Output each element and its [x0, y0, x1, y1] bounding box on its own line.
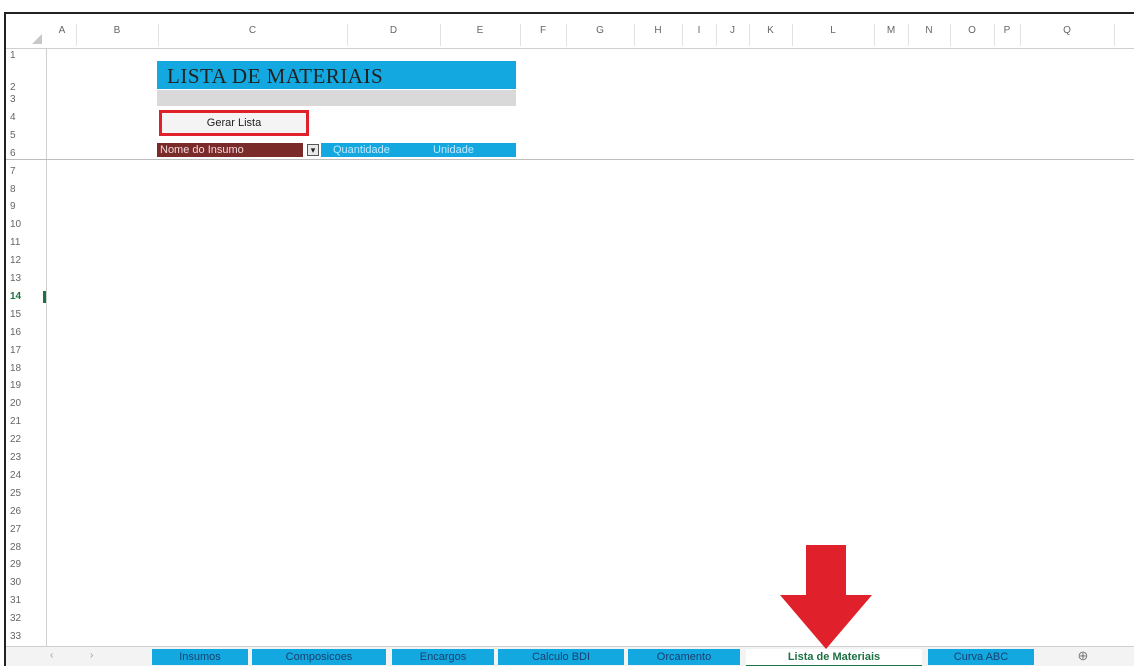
freeze-pane-line [6, 159, 1134, 160]
column-header-e[interactable]: E [440, 14, 520, 48]
row-header-9[interactable]: 9 [6, 201, 44, 213]
row-header-12[interactable]: 12 [6, 255, 44, 267]
row-header-21[interactable]: 21 [6, 416, 44, 428]
column-header-c[interactable]: C [158, 14, 347, 48]
row-header-1[interactable]: 1 [6, 50, 44, 62]
row-header-7[interactable]: 7 [6, 166, 44, 178]
scroll-left-icon[interactable]: ‹ [50, 650, 53, 661]
row-header-2[interactable]: 2 [6, 82, 44, 94]
column-header-a[interactable]: A [48, 14, 76, 48]
row-header-18[interactable]: 18 [6, 363, 44, 375]
row-header-14[interactable]: 14 [6, 290, 46, 303]
header-nome-do-insumo: Nome do Insumo [157, 143, 303, 157]
column-header-l[interactable]: L [792, 14, 874, 48]
column-header-q[interactable]: Q [1020, 14, 1114, 48]
row-header-5[interactable]: 5 [6, 130, 44, 142]
column-header-o[interactable]: O [950, 14, 994, 48]
sheet-tab-insumos[interactable]: Insumos [152, 649, 248, 665]
filter-dropdown-icon[interactable]: ▾ [307, 144, 319, 156]
row-header-13[interactable]: 13 [6, 273, 44, 285]
row-header-bar: 1 2 3 4 5 6 7 8 9 10 11 12 13 14 15 16 17 18 19 20 21 22 23 24 2… [6, 48, 47, 660]
sheet-tab-calculo-bdi[interactable]: Calculo BDI [498, 649, 624, 665]
title-underline-band [157, 90, 516, 106]
row-header-3[interactable]: 3 [6, 94, 44, 106]
row-header-26[interactable]: 26 [6, 506, 44, 518]
row-header-25[interactable]: 25 [6, 488, 44, 500]
add-sheet-icon[interactable]: ⊕ [1074, 648, 1092, 664]
sheet-tab-bar: ‹ › Insumos Composicoes Encargos Calculo BD… [6, 646, 1134, 666]
column-header-bar: ABCDEFGHIJKLMNOPQ [6, 14, 1134, 49]
row-header-33[interactable]: 33 [6, 631, 44, 643]
sheet-tab-lista-de-materiais[interactable]: Lista de Materiais [746, 649, 922, 666]
row-header-27[interactable]: 27 [6, 524, 44, 536]
row-header-30[interactable]: 30 [6, 577, 44, 589]
row-header-15[interactable]: 15 [6, 309, 44, 321]
row-header-11[interactable]: 11 [6, 237, 44, 249]
materials-table-header: Nome do Insumo ▾ Quantidade Unidade [157, 143, 516, 157]
column-header-h[interactable]: H [634, 14, 682, 48]
row-header-22[interactable]: 22 [6, 434, 44, 446]
sheet-tab-encargos[interactable]: Encargos [392, 649, 494, 665]
column-header-p[interactable]: P [994, 14, 1020, 48]
column-header-f[interactable]: F [520, 14, 566, 48]
column-header-m[interactable]: M [874, 14, 908, 48]
column-header-g[interactable]: G [566, 14, 634, 48]
spreadsheet-window: ABCDEFGHIJKLMNOPQ 1 2 3 4 5 6 7 8 9 10 11 12 13 14 15 1… [4, 12, 1134, 666]
row-header-16[interactable]: 16 [6, 327, 44, 339]
scroll-right-icon[interactable]: › [90, 650, 93, 661]
row-header-17[interactable]: 17 [6, 345, 44, 357]
sheet-tab-curva-abc[interactable]: Curva ABC [928, 649, 1034, 665]
column-header-d[interactable]: D [347, 14, 440, 48]
row-header-6[interactable]: 6 [6, 148, 44, 160]
row-header-29[interactable]: 29 [6, 559, 44, 571]
red-down-arrow-icon [780, 545, 872, 649]
row-header-4[interactable]: 4 [6, 112, 44, 124]
row-header-19[interactable]: 19 [6, 380, 44, 392]
row-header-28[interactable]: 28 [6, 542, 44, 554]
column-header-j[interactable]: J [716, 14, 749, 48]
row-header-23[interactable]: 23 [6, 452, 44, 464]
row-header-8[interactable]: 8 [6, 184, 44, 196]
column-separator [1114, 24, 1115, 46]
sheet-tab-orcamento[interactable]: Orcamento [628, 649, 740, 665]
column-header-k[interactable]: K [749, 14, 792, 48]
row-header-32[interactable]: 32 [6, 613, 44, 625]
row-header-31[interactable]: 31 [6, 595, 44, 607]
column-header-n[interactable]: N [908, 14, 950, 48]
column-header-b[interactable]: B [76, 14, 158, 48]
generate-list-button[interactable]: Gerar Lista [159, 110, 309, 136]
select-all-corner[interactable] [6, 14, 46, 48]
header-quantidade: Quantidade [321, 143, 423, 157]
row-header-20[interactable]: 20 [6, 398, 44, 410]
header-unidade: Unidade [423, 143, 516, 157]
select-all-icon [32, 34, 42, 44]
sheet-title: LISTA DE MATERIAIS [157, 61, 516, 89]
column-header-i[interactable]: I [682, 14, 716, 48]
sheet-tab-composicoes[interactable]: Composicoes [252, 649, 386, 665]
row-header-10[interactable]: 10 [6, 219, 44, 231]
row-header-24[interactable]: 24 [6, 470, 44, 482]
